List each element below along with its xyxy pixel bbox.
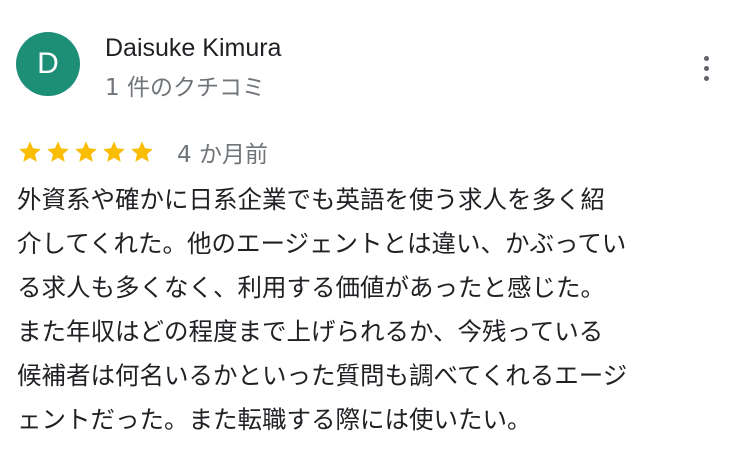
rating-row: 4 か月前 [17,136,268,168]
review-text: 外資系や確かに日系企業でも英語を使う求人を多く紹 介してくれた。他のエージェントと… [17,178,732,442]
review-text-line: ェントだった。また転職する際には使いたい。 [17,405,532,434]
review-text-line: る求人も多くなく、利用する価値があったと感じた。 [17,273,605,302]
star-icon [131,141,153,162]
avatar[interactable]: D [16,32,80,96]
review-date: 4 か月前 [177,142,268,168]
star-icon [19,141,41,162]
reviewer-name[interactable]: Daisuke Kimura [105,34,281,63]
star-icon [103,141,125,162]
star-icon [47,141,69,162]
more-vert-icon [703,55,709,61]
review-text-line: 外資系や確かに日系企業でも英語を使う求人を多く紹 [17,185,605,214]
review-text-line: 候補者は何名いるかといった質問も調べてくれるエージ [17,361,628,390]
review-text-line: また年収はどの程度まで上げられるか、今残っている [17,317,604,346]
more-options-button[interactable] [690,50,722,86]
more-vert-icon-dot [703,75,709,81]
reviewer-review-count: 1 件のクチコミ [105,75,265,101]
review-card: D Daisuke Kimura 1 件のクチコミ 4 か月前 外資系や確かに日… [0,0,746,470]
more-vert-icon-dot [703,65,709,71]
star-rating [17,139,155,165]
review-text-line: 介してくれた。他のエージェントとは違い、かぶってい [17,229,627,258]
star-icon [75,141,97,162]
